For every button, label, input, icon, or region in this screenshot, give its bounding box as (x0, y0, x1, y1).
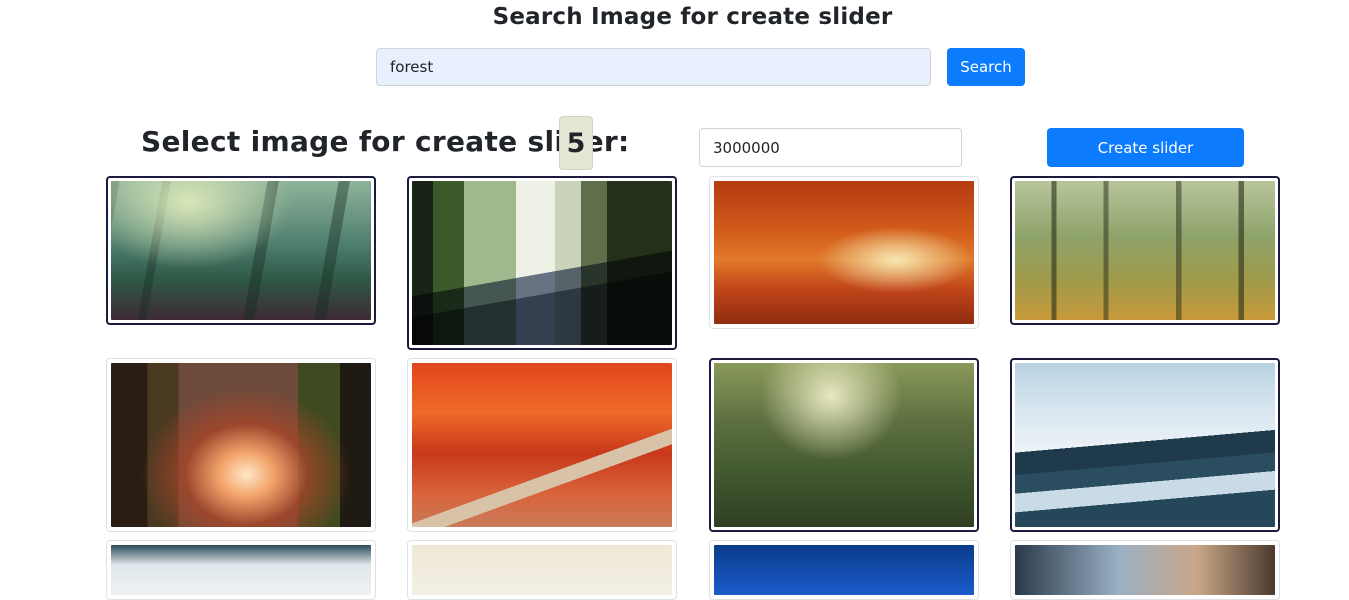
forest-image (1015, 545, 1275, 595)
image-thumbnail[interactable] (709, 540, 979, 600)
image-thumbnail[interactable] (407, 176, 677, 350)
forest-image (111, 363, 371, 527)
search-input[interactable] (376, 48, 931, 86)
image-thumbnail[interactable] (106, 540, 376, 600)
forest-image (412, 363, 672, 527)
create-slider-button[interactable]: Create slider (1047, 128, 1244, 167)
search-button[interactable]: Search (947, 48, 1025, 86)
forest-image (714, 545, 974, 595)
forest-image (714, 181, 974, 324)
forest-image (111, 181, 371, 320)
image-thumbnail[interactable] (1010, 176, 1280, 325)
forest-image (1015, 363, 1275, 527)
image-thumbnail[interactable] (407, 358, 677, 532)
forest-image (412, 545, 672, 595)
image-thumbnail[interactable] (106, 358, 376, 532)
selected-count-badge: 5 (559, 116, 593, 170)
image-thumbnail[interactable] (709, 176, 979, 329)
forest-image (1015, 181, 1275, 320)
image-thumbnail[interactable] (709, 358, 979, 532)
forest-image (714, 363, 974, 527)
image-thumbnail[interactable] (407, 540, 677, 600)
image-thumbnail[interactable] (106, 176, 376, 325)
image-thumbnail[interactable] (1010, 540, 1280, 600)
forest-image (111, 545, 371, 595)
page-title: Search Image for create slider (492, 4, 893, 30)
slide-duration-input[interactable] (699, 128, 962, 167)
select-images-label: Select image for create slider: (141, 125, 630, 158)
forest-image (412, 181, 672, 345)
image-thumbnail[interactable] (1010, 358, 1280, 532)
